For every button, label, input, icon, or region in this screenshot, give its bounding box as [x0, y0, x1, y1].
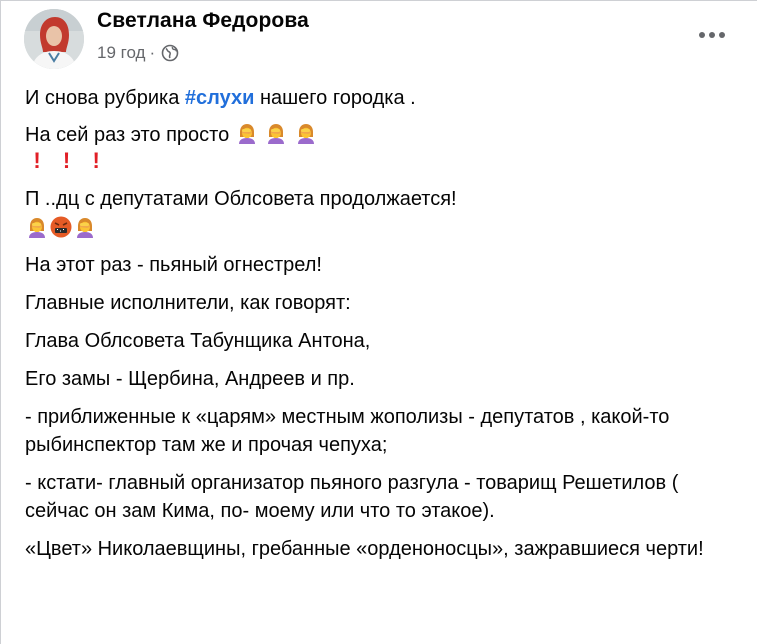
exclamation-icon: ! — [62, 148, 71, 173]
globe-icon — [161, 44, 179, 62]
post-line: И снова рубрика #слухи нашего городка . — [25, 84, 740, 112]
exclamation-icon: ! — [33, 148, 41, 173]
more-dot — [719, 32, 725, 38]
post-line: Главные исполнители, как говорят: — [25, 292, 351, 314]
text-span: На сей раз это просто — [25, 124, 235, 146]
author-name[interactable]: Светлана Федорова — [97, 9, 309, 33]
more-horizontal-icon — [699, 32, 705, 38]
post-line: На этот раз - пьяный огнестрел! — [25, 254, 322, 276]
post-meta: 19 год · — [97, 42, 179, 64]
post-line: «Цвет» Николаевщины, гребанные «орденоно… — [25, 538, 704, 560]
more-options-button[interactable] — [691, 21, 733, 49]
post-line: Его замы - Щербина, Андреев и пр. — [25, 368, 355, 390]
post-header: Светлана Федорова 19 год · — [1, 1, 757, 81]
facepalm-woman-emoji — [25, 215, 49, 239]
post-line: - приближенные к «царям» местным жополиз… — [25, 406, 670, 456]
exclamation-icon: ! — [92, 148, 100, 173]
exclamation-row: ! ! ! — [25, 147, 740, 176]
facepalm-woman-emoji — [73, 215, 97, 239]
emoji-row — [25, 215, 740, 243]
meta-separator: · — [149, 43, 156, 62]
text-span: нашего городка . — [254, 87, 416, 109]
cursing-face-emoji — [49, 215, 73, 239]
post-card: Светлана Федорова 19 год · И снова рубри… — [0, 0, 757, 644]
more-dot — [709, 32, 715, 38]
facepalm-woman-emoji — [294, 121, 318, 145]
hashtag-link[interactable]: #слухи — [185, 87, 254, 109]
avatar[interactable] — [24, 9, 84, 69]
post-time[interactable]: 19 год — [97, 43, 145, 63]
post-line: Глава Облсовета Табунщика Антона, — [25, 330, 371, 352]
facepalm-woman-emoji — [235, 121, 259, 145]
post-line: - кстати- главный организатор пьяного ра… — [25, 472, 679, 522]
post-line: На сей раз это просто — [25, 121, 740, 149]
post-text: И снова рубрика #слухи нашего городка . … — [25, 84, 740, 563]
post-line: П ..дц с депутатами Облсовета продолжает… — [25, 188, 457, 210]
text-span: И снова рубрика — [25, 87, 185, 109]
facepalm-woman-emoji — [264, 121, 288, 145]
